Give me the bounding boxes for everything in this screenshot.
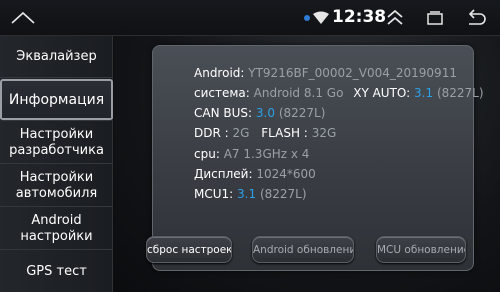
mcu-update-button[interactable]: MCU обновление xyxy=(376,236,466,263)
reset-settings-button[interactable]: сброс настроек xyxy=(146,236,232,263)
flash-label: FLASH : xyxy=(261,126,308,140)
status-bar: 12:38 xyxy=(0,0,500,36)
ddr-value: 2G xyxy=(232,126,250,140)
xyauto-model: (8227L) xyxy=(436,86,484,100)
display-value: 1024*600 xyxy=(256,167,316,181)
android-value: YT9216BF_00002_V004_20190911 xyxy=(248,66,457,80)
android-update-button[interactable]: Android обновление xyxy=(252,236,354,263)
sidebar-item-information[interactable]: Информация xyxy=(0,79,113,121)
canbus-row: CAN BUS: 3.0 (8227L) xyxy=(194,106,325,120)
sidebar-item-gps-test[interactable]: GPS тест xyxy=(0,251,113,292)
cpu-label: cpu: xyxy=(194,147,220,161)
canbus-version: 3.0 xyxy=(255,106,275,120)
display-label: Дисплей: xyxy=(194,167,253,181)
sidebar-item-label: Android настройки xyxy=(20,212,93,244)
ddr-label: DDR : xyxy=(194,126,229,140)
wifi-icon xyxy=(313,11,329,24)
system-row: система: Android 8.1 Go XY AUTO: 3.1 (82… xyxy=(194,86,484,100)
sidebar-item-label: Эквалайзер xyxy=(16,48,97,64)
xyauto-version: 3.1 xyxy=(414,86,434,100)
android-row: Android: YT9216BF_00002_V004_20190911 xyxy=(194,66,457,80)
system-value: Android 8.1 Go xyxy=(253,86,344,100)
canbus-model: (8227L) xyxy=(278,106,326,120)
sidebar-item-label: Настройки автомобиля xyxy=(15,169,98,201)
sidebar-item-vehicle-settings[interactable]: Настройки автомобиля xyxy=(0,165,113,207)
mcu-label: MCU1: xyxy=(194,187,234,201)
home-icon[interactable] xyxy=(10,10,36,26)
memory-row: DDR : 2G FLASH : 32G xyxy=(194,126,336,140)
mcu-model: (8227L) xyxy=(259,187,307,201)
mcu-row: MCU1: 3.1 (8227L) xyxy=(194,187,307,201)
system-label: система: xyxy=(194,86,250,100)
cpu-row: cpu: A7 1.3GHz x 4 xyxy=(194,147,309,161)
sidebar-item-label: Информация xyxy=(8,91,105,108)
flash-value: 32G xyxy=(311,126,337,140)
display-row: Дисплей: 1024*600 xyxy=(194,167,316,181)
chevron-up-icon[interactable] xyxy=(386,8,404,28)
android-label: Android: xyxy=(194,66,245,80)
sidebar-item-equalizer[interactable]: Эквалайзер xyxy=(0,36,113,78)
sidebar-item-label: GPS тест xyxy=(26,263,87,279)
sidebar-item-label: Настройки разработчика xyxy=(9,126,104,158)
canbus-label: CAN BUS: xyxy=(194,106,253,120)
notification-dot-icon xyxy=(304,15,310,21)
back-icon[interactable] xyxy=(465,9,487,27)
sidebar-item-android-settings[interactable]: Android настройки xyxy=(0,208,113,250)
sidebar-item-developer-settings[interactable]: Настройки разработчика xyxy=(0,122,113,164)
clock-time: 12:38 xyxy=(332,7,387,27)
cpu-value: A7 1.3GHz x 4 xyxy=(223,147,310,161)
recent-apps-icon[interactable] xyxy=(427,11,443,25)
xyauto-label: XY AUTO: xyxy=(353,86,411,100)
sidebar: Эквалайзер Информация Настройки разработ… xyxy=(0,36,113,292)
mcu-version: 3.1 xyxy=(237,187,257,201)
